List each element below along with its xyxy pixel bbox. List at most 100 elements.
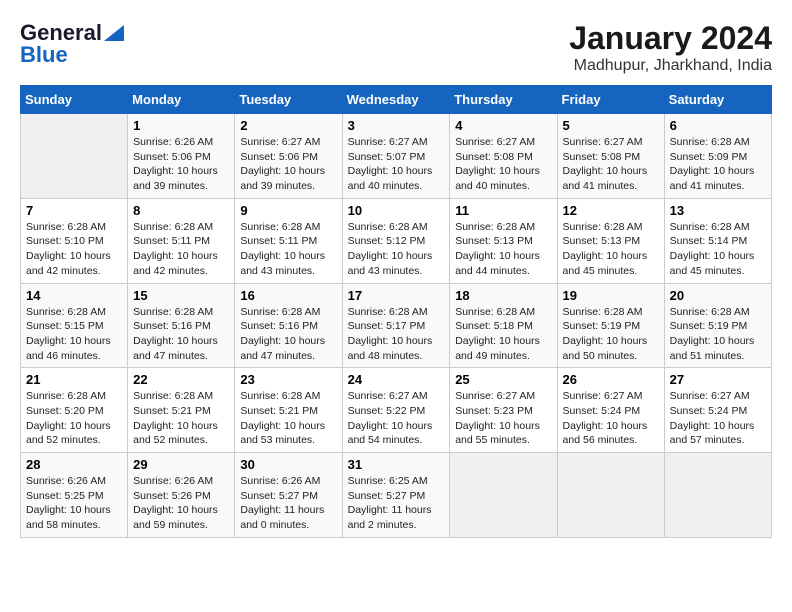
day-number: 29: [133, 457, 229, 472]
calendar-day-cell: 22 Sunrise: 6:28 AM Sunset: 5:21 PM Dayli…: [128, 368, 235, 453]
calendar-day-cell: 2 Sunrise: 6:27 AM Sunset: 5:06 PM Daylig…: [235, 114, 342, 199]
calendar-day-cell: [21, 114, 128, 199]
calendar-header-cell: Tuesday: [235, 86, 342, 114]
day-number: 13: [670, 203, 766, 218]
calendar-day-cell: 10 Sunrise: 6:28 AM Sunset: 5:12 PM Dayli…: [342, 198, 450, 283]
day-info: Sunrise: 6:28 AM Sunset: 5:13 PM Dayligh…: [563, 220, 659, 279]
calendar-day-cell: 11 Sunrise: 6:28 AM Sunset: 5:13 PM Dayli…: [450, 198, 557, 283]
calendar-day-cell: 21 Sunrise: 6:28 AM Sunset: 5:20 PM Dayli…: [21, 368, 128, 453]
day-info: Sunrise: 6:26 AM Sunset: 5:06 PM Dayligh…: [133, 135, 229, 194]
day-number: 26: [563, 372, 659, 387]
calendar-day-cell: 23Sunrise: 6:28 AM Sunset: 5:21 PM Dayli…: [235, 368, 342, 453]
day-number: 16: [240, 288, 336, 303]
day-info: Sunrise: 6:27 AM Sunset: 5:24 PM Dayligh…: [563, 389, 659, 448]
day-number: 21: [26, 372, 122, 387]
calendar-header-cell: Sunday: [21, 86, 128, 114]
day-number: 11: [455, 203, 551, 218]
day-number: 8: [133, 203, 229, 218]
day-number: 31: [348, 457, 445, 472]
day-info: Sunrise: 6:27 AM Sunset: 5:24 PM Dayligh…: [670, 389, 766, 448]
day-info: Sunrise: 6:26 AM Sunset: 5:26 PM Dayligh…: [133, 474, 229, 533]
calendar-day-cell: 7Sunrise: 6:28 AM Sunset: 5:10 PM Daylig…: [21, 198, 128, 283]
day-info: Sunrise: 6:28 AM Sunset: 5:18 PM Dayligh…: [455, 305, 551, 364]
calendar-header-cell: Monday: [128, 86, 235, 114]
calendar-day-cell: 29 Sunrise: 6:26 AM Sunset: 5:26 PM Dayli…: [128, 453, 235, 538]
calendar-day-cell: 15 Sunrise: 6:28 AM Sunset: 5:16 PM Dayli…: [128, 283, 235, 368]
calendar-week-row: 21 Sunrise: 6:28 AM Sunset: 5:20 PM Dayli…: [21, 368, 772, 453]
day-number: 4: [455, 118, 551, 133]
day-info: Sunrise: 6:28 AM Sunset: 5:21 PM Dayligh…: [133, 389, 229, 448]
calendar-header-cell: Saturday: [664, 86, 771, 114]
calendar-day-cell: 5 Sunrise: 6:27 AM Sunset: 5:08 PM Daylig…: [557, 114, 664, 199]
day-number: 19: [563, 288, 659, 303]
day-number: 15: [133, 288, 229, 303]
day-info: Sunrise: 6:27 AM Sunset: 5:23 PM Dayligh…: [455, 389, 551, 448]
day-number: 20: [670, 288, 766, 303]
day-info: Sunrise: 6:28 AM Sunset: 5:16 PM Dayligh…: [240, 305, 336, 364]
day-info: Sunrise: 6:28 AM Sunset: 5:09 PM Dayligh…: [670, 135, 766, 194]
day-info: Sunrise: 6:28 AM Sunset: 5:13 PM Dayligh…: [455, 220, 551, 279]
calendar-day-cell: 16 Sunrise: 6:28 AM Sunset: 5:16 PM Dayli…: [235, 283, 342, 368]
day-number: 22: [133, 372, 229, 387]
day-number: 12: [563, 203, 659, 218]
calendar-body: 1 Sunrise: 6:26 AM Sunset: 5:06 PM Daylig…: [21, 114, 772, 538]
day-info: Sunrise: 6:28 AM Sunset: 5:19 PM Dayligh…: [563, 305, 659, 364]
calendar-day-cell: [450, 453, 557, 538]
calendar-day-cell: 9Sunrise: 6:28 AM Sunset: 5:11 PM Daylig…: [235, 198, 342, 283]
day-info: Sunrise: 6:28 AM Sunset: 5:11 PM Dayligh…: [133, 220, 229, 279]
day-info: Sunrise: 6:28 AM Sunset: 5:17 PM Dayligh…: [348, 305, 445, 364]
logo-blue: Blue: [20, 42, 68, 68]
calendar-day-cell: 4Sunrise: 6:27 AM Sunset: 5:08 PM Daylig…: [450, 114, 557, 199]
calendar-table: SundayMondayTuesdayWednesdayThursdayFrid…: [20, 85, 772, 538]
day-number: 17: [348, 288, 445, 303]
calendar-day-cell: 14 Sunrise: 6:28 AM Sunset: 5:15 PM Dayli…: [21, 283, 128, 368]
day-info: Sunrise: 6:26 AM Sunset: 5:25 PM Dayligh…: [26, 474, 122, 533]
calendar-day-cell: [664, 453, 771, 538]
title-area: January 2024 Madhupur, Jharkhand, India: [569, 20, 772, 75]
location: Madhupur, Jharkhand, India: [569, 57, 772, 75]
calendar-header-cell: Thursday: [450, 86, 557, 114]
day-number: 3: [348, 118, 445, 133]
day-info: Sunrise: 6:26 AM Sunset: 5:27 PM Dayligh…: [240, 474, 336, 533]
day-info: Sunrise: 6:28 AM Sunset: 5:10 PM Dayligh…: [26, 220, 122, 279]
calendar-day-cell: 3Sunrise: 6:27 AM Sunset: 5:07 PM Daylig…: [342, 114, 450, 199]
day-info: Sunrise: 6:28 AM Sunset: 5:19 PM Dayligh…: [670, 305, 766, 364]
calendar-day-cell: 12 Sunrise: 6:28 AM Sunset: 5:13 PM Dayli…: [557, 198, 664, 283]
day-number: 18: [455, 288, 551, 303]
day-number: 30: [240, 457, 336, 472]
calendar-day-cell: 8 Sunrise: 6:28 AM Sunset: 5:11 PM Daylig…: [128, 198, 235, 283]
calendar-week-row: 14 Sunrise: 6:28 AM Sunset: 5:15 PM Dayli…: [21, 283, 772, 368]
day-info: Sunrise: 6:27 AM Sunset: 5:06 PM Dayligh…: [240, 135, 336, 194]
calendar-day-cell: 26 Sunrise: 6:27 AM Sunset: 5:24 PM Dayli…: [557, 368, 664, 453]
calendar-day-cell: 24Sunrise: 6:27 AM Sunset: 5:22 PM Dayli…: [342, 368, 450, 453]
calendar-day-cell: 17 Sunrise: 6:28 AM Sunset: 5:17 PM Dayli…: [342, 283, 450, 368]
day-info: Sunrise: 6:28 AM Sunset: 5:15 PM Dayligh…: [26, 305, 122, 364]
day-info: Sunrise: 6:28 AM Sunset: 5:14 PM Dayligh…: [670, 220, 766, 279]
day-number: 10: [348, 203, 445, 218]
logo: General Blue: [20, 20, 124, 68]
calendar-day-cell: 6Sunrise: 6:28 AM Sunset: 5:09 PM Daylig…: [664, 114, 771, 199]
day-info: Sunrise: 6:28 AM Sunset: 5:21 PM Dayligh…: [240, 389, 336, 448]
month-year: January 2024: [569, 20, 772, 57]
day-number: 25: [455, 372, 551, 387]
day-info: Sunrise: 6:28 AM Sunset: 5:16 PM Dayligh…: [133, 305, 229, 364]
day-number: 5: [563, 118, 659, 133]
logo-icon: [104, 25, 124, 41]
day-number: 2: [240, 118, 336, 133]
day-info: Sunrise: 6:28 AM Sunset: 5:12 PM Dayligh…: [348, 220, 445, 279]
calendar-week-row: 7Sunrise: 6:28 AM Sunset: 5:10 PM Daylig…: [21, 198, 772, 283]
day-number: 1: [133, 118, 229, 133]
calendar-day-cell: 1 Sunrise: 6:26 AM Sunset: 5:06 PM Daylig…: [128, 114, 235, 199]
day-info: Sunrise: 6:27 AM Sunset: 5:08 PM Dayligh…: [563, 135, 659, 194]
calendar-week-row: 1 Sunrise: 6:26 AM Sunset: 5:06 PM Daylig…: [21, 114, 772, 199]
calendar-header-cell: Wednesday: [342, 86, 450, 114]
day-info: Sunrise: 6:25 AM Sunset: 5:27 PM Dayligh…: [348, 474, 445, 533]
day-info: Sunrise: 6:28 AM Sunset: 5:20 PM Dayligh…: [26, 389, 122, 448]
calendar-day-cell: 25 Sunrise: 6:27 AM Sunset: 5:23 PM Dayli…: [450, 368, 557, 453]
calendar-day-cell: 28Sunrise: 6:26 AM Sunset: 5:25 PM Dayli…: [21, 453, 128, 538]
calendar-day-cell: 30 Sunrise: 6:26 AM Sunset: 5:27 PM Dayli…: [235, 453, 342, 538]
day-info: Sunrise: 6:28 AM Sunset: 5:11 PM Dayligh…: [240, 220, 336, 279]
day-number: 14: [26, 288, 122, 303]
calendar-header-cell: Friday: [557, 86, 664, 114]
calendar-week-row: 28Sunrise: 6:26 AM Sunset: 5:25 PM Dayli…: [21, 453, 772, 538]
